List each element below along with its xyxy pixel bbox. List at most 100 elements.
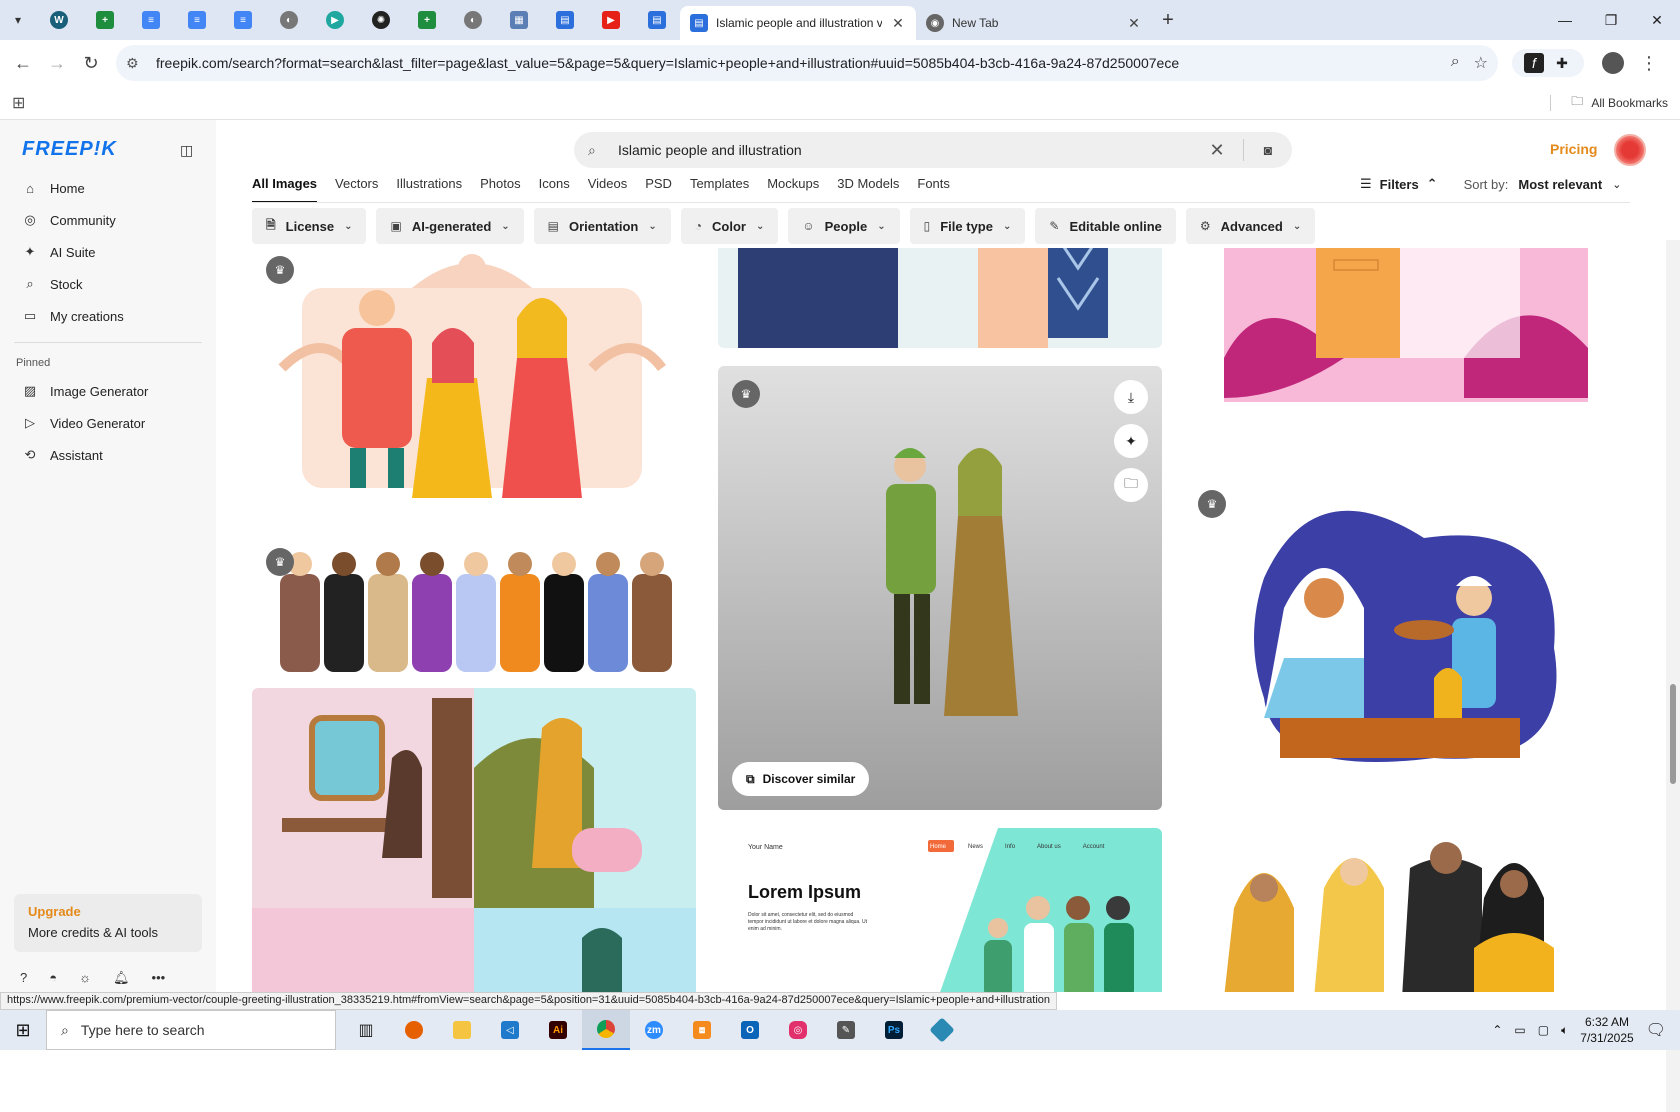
save-to-collection-icon[interactable]: 🗀 — [1114, 468, 1148, 502]
pinned-tab[interactable]: ▤ — [634, 0, 680, 40]
search-input[interactable]: Islamic people and illustration — [618, 142, 1205, 158]
tab-3d-models[interactable]: 3D Models — [837, 176, 899, 203]
site-info-icon[interactable]: ⚙ — [126, 55, 148, 72]
pinned-tab[interactable]: ◐ — [450, 0, 496, 40]
chip-ai-generated[interactable]: ▣ AI-generated ⌄ — [376, 208, 524, 244]
apps-grid-icon[interactable]: ⊞ — [12, 93, 25, 113]
tab-active[interactable]: ▤ Islamic people and illustration v ✕ — [680, 6, 916, 40]
firefox-icon[interactable] — [390, 1010, 438, 1050]
tab-templates[interactable]: Templates — [690, 176, 749, 203]
pinned-tab[interactable]: ▶ — [312, 0, 358, 40]
scrollbar-thumb[interactable] — [1670, 684, 1676, 784]
chevron-down-icon[interactable]: ⌄ — [1612, 178, 1621, 191]
tab-search-button[interactable]: ▾ — [0, 0, 36, 40]
url-text[interactable]: freepik.com/search?format=search&last_fi… — [156, 55, 1451, 71]
pinned-tab[interactable]: ◐ — [266, 0, 312, 40]
display-icon[interactable]: ▢ — [1538, 1023, 1549, 1037]
pinned-tab[interactable]: + — [82, 0, 128, 40]
tab-new-tab[interactable]: ◉ New Tab ✕ — [916, 6, 1152, 40]
chip-advanced[interactable]: ⚙ Advanced ⌄ — [1185, 208, 1316, 244]
taskbar-clock[interactable]: 6:32 AM 7/31/2025 — [1580, 1014, 1633, 1046]
ai-edit-sparkle-icon[interactable]: ✦ — [1114, 424, 1148, 458]
taskbar-search-box[interactable]: ⌕ Type here to search — [46, 1010, 336, 1050]
sidebar-item-ai-suite[interactable]: ✦ AI Suite — [14, 236, 202, 268]
result-card[interactable]: Your Name Home News Info About us Accoun… — [718, 828, 1162, 992]
reload-icon[interactable]: ↻ — [74, 46, 108, 80]
creative-cloud-icon[interactable]: ◎ — [774, 1010, 822, 1050]
pinned-tab[interactable]: ≡ — [220, 0, 266, 40]
help-icon[interactable]: ? — [20, 970, 27, 986]
chip-editable-online[interactable]: ✎ Editable online — [1035, 208, 1176, 244]
restore-icon[interactable]: ❐ — [1588, 0, 1634, 40]
pinned-tab[interactable]: ▤ — [542, 0, 588, 40]
tab-fonts[interactable]: Fonts — [917, 176, 950, 203]
all-bookmarks-button[interactable]: 🗀 All Bookmarks — [1550, 92, 1668, 113]
new-tab-button[interactable]: + — [1152, 4, 1184, 36]
more-menu-icon[interactable]: ⋮ — [1640, 53, 1658, 74]
pricing-link[interactable]: Pricing — [1550, 141, 1597, 157]
chip-people[interactable]: ☺ People ⌄ — [788, 208, 900, 244]
volume-icon[interactable]: 🔈︎ — [1561, 1023, 1568, 1038]
chip-file-type[interactable]: ▯ File type ⌄ — [909, 208, 1026, 244]
freepik-logo[interactable]: FREEP!K — [22, 138, 117, 161]
sidebar-item-assistant[interactable]: ⟲ Assistant — [14, 439, 202, 471]
chevron-up-icon[interactable]: ⌃ — [1492, 1023, 1502, 1037]
vscode-icon[interactable]: ◁ — [486, 1010, 534, 1050]
clear-search-icon[interactable]: ✕ — [1205, 140, 1229, 161]
chip-orientation[interactable]: ▤ Orientation ⌄ — [533, 208, 671, 244]
extensions-puzzle-icon[interactable]: ✚ — [1552, 53, 1572, 73]
outlook-icon[interactable]: O — [726, 1010, 774, 1050]
bookmark-star-icon[interactable]: ☆ — [1474, 53, 1488, 73]
zoom-icon[interactable]: ⌕ — [1451, 53, 1460, 73]
pinned-tab[interactable]: ▶ — [588, 0, 634, 40]
sidebar-item-community[interactable]: ◎ Community — [14, 204, 202, 236]
close-tab-icon[interactable]: ✕ — [1126, 15, 1142, 32]
back-arrow-icon[interactable]: ← — [6, 46, 40, 80]
windows-start-icon[interactable]: ⊞ — [0, 1010, 46, 1050]
address-bar[interactable]: ⚙ freepik.com/search?format=search&last_… — [116, 45, 1498, 81]
result-card[interactable] — [252, 688, 696, 992]
pinned-tab[interactable]: ▦ — [496, 0, 542, 40]
camera-search-icon[interactable]: ◙ — [1258, 142, 1278, 158]
tab-mockups[interactable]: Mockups — [767, 176, 819, 203]
minimize-icon[interactable]: — — [1542, 0, 1588, 40]
sidebar-toggle-icon[interactable]: ◫ — [180, 142, 193, 159]
pen-tool-icon[interactable]: ✎ — [822, 1010, 870, 1050]
close-window-icon[interactable]: ✕ — [1634, 0, 1680, 40]
network-icon[interactable]: ▭ — [1514, 1023, 1525, 1037]
close-tab-icon[interactable]: ✕ — [890, 15, 906, 32]
result-card[interactable] — [1184, 248, 1628, 412]
tab-photos[interactable]: Photos — [480, 176, 520, 203]
more-dots-icon[interactable]: ••• — [152, 970, 166, 986]
pinned-tab[interactable]: ✺ — [358, 0, 404, 40]
chip-color[interactable]: ◔ Color ⌄ — [680, 208, 779, 244]
zoom-icon[interactable]: zm — [630, 1010, 678, 1050]
sidebar-item-image-generator[interactable]: ▨ Image Generator — [14, 375, 202, 407]
tab-icons[interactable]: Icons — [539, 176, 570, 203]
notification-bell-icon[interactable]: 🔔︎ — [113, 970, 130, 986]
result-card-hovered[interactable]: ♛ ⤓ ✦ 🗀 ⧉ Discover similar — [718, 366, 1162, 810]
chip-license[interactable]: 🗎︎ License ⌄ — [252, 208, 367, 244]
tab-psd[interactable]: PSD — [645, 176, 672, 203]
theme-sun-icon[interactable]: ☼ — [79, 970, 91, 986]
tab-illustrations[interactable]: Illustrations — [396, 176, 462, 203]
user-avatar[interactable] — [1614, 134, 1646, 166]
notifications-icon[interactable]: 🗨︎ — [1646, 1020, 1666, 1040]
tab-vectors[interactable]: Vectors — [335, 176, 378, 203]
sidebar-item-home[interactable]: ⌂ Home — [14, 172, 202, 204]
download-icon[interactable]: ⤓ — [1114, 380, 1148, 414]
sidebar-item-my-creations[interactable]: ▭ My creations — [14, 300, 202, 332]
discover-similar-button[interactable]: ⧉ Discover similar — [732, 762, 870, 796]
illustrator-icon[interactable]: Ai — [534, 1010, 582, 1050]
forward-arrow-icon[interactable]: → — [40, 46, 74, 80]
filters-button[interactable]: ☰ Filters ⌃ — [1360, 176, 1438, 192]
result-card[interactable]: ♛ — [1184, 478, 1628, 768]
sidebar-item-stock[interactable]: ⌕ Stock — [14, 268, 202, 300]
page-scrollbar[interactable] — [1666, 240, 1680, 1112]
result-card[interactable]: ♛ — [252, 248, 696, 528]
pinned-tab[interactable]: + — [404, 0, 450, 40]
result-card[interactable] — [718, 248, 1162, 348]
result-card[interactable] — [1184, 828, 1628, 992]
sort-dropdown[interactable]: Most relevant — [1518, 177, 1602, 192]
font-extension-icon[interactable]: f — [1524, 53, 1544, 73]
